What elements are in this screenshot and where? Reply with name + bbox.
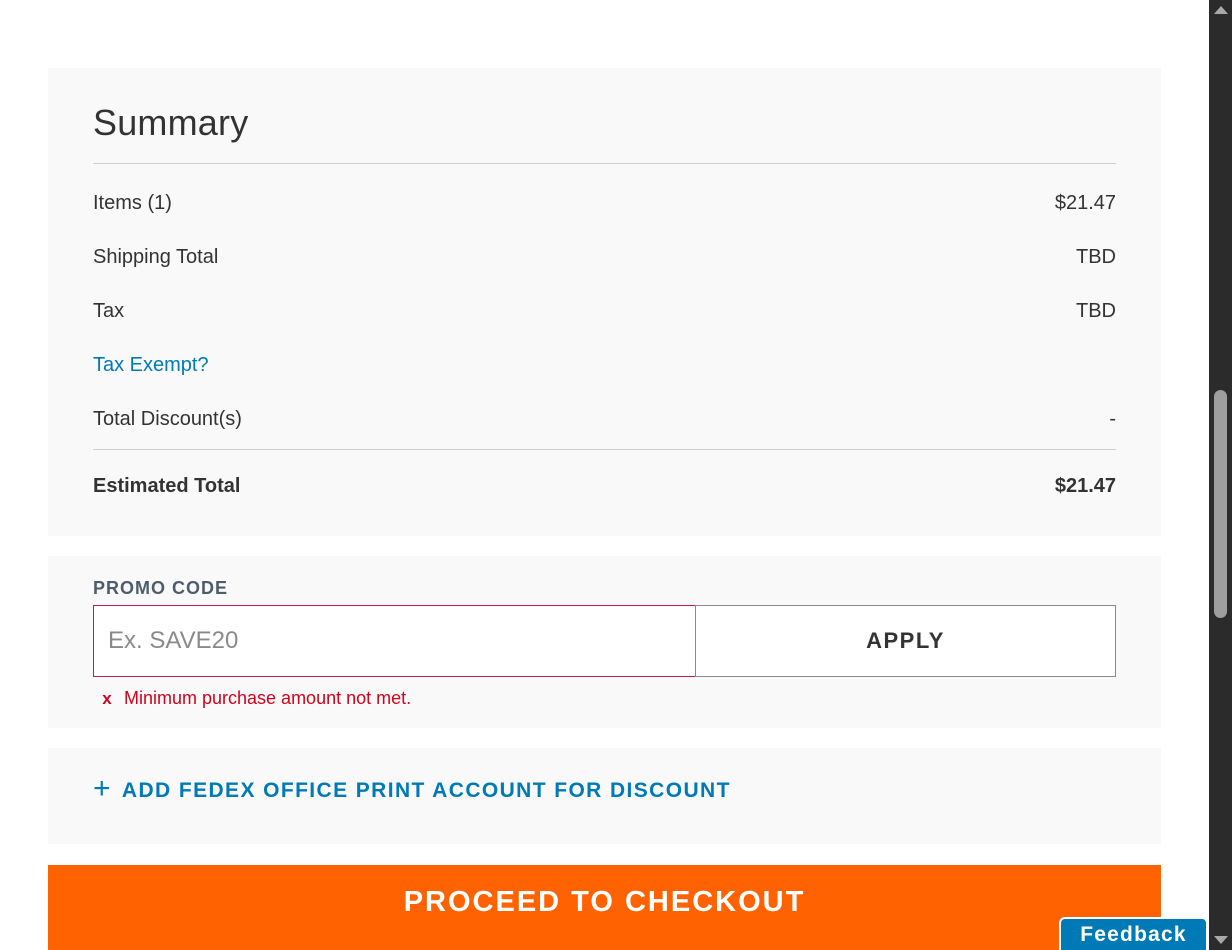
- apply-button[interactable]: APPLY: [695, 605, 1116, 677]
- page: Summary Items (1) $21.47 Shipping Total …: [0, 0, 1232, 950]
- tax-label: Tax: [93, 299, 125, 322]
- summary-row-estimated-total: Estimated Total $21.47: [93, 472, 1116, 500]
- tax-value: TBD: [1076, 299, 1116, 322]
- print-account-card: + ADD FEDEX OFFICE PRINT ACCOUNT FOR DIS…: [48, 748, 1161, 844]
- summary-row-tax: Tax TBD: [93, 297, 1116, 325]
- plus-icon: +: [93, 772, 112, 805]
- summary-divider: [93, 163, 1116, 164]
- x-icon: x: [102, 688, 112, 708]
- discount-label: Total Discount(s): [93, 407, 242, 430]
- discount-value: -: [1109, 407, 1116, 430]
- feedback-button[interactable]: Feedback: [1059, 917, 1208, 950]
- shipping-label: Shipping Total: [93, 245, 219, 268]
- summary-row-shipping: Shipping Total TBD: [93, 243, 1116, 271]
- promo-code-card: PROMO CODE APPLY x Minimum purchase amou…: [48, 556, 1161, 728]
- summary-row-items: Items (1) $21.47: [93, 189, 1116, 217]
- estimated-total-label: Estimated Total: [93, 474, 241, 497]
- vertical-scrollbar[interactable]: [1209, 0, 1232, 950]
- shipping-value: TBD: [1076, 245, 1116, 268]
- promo-error-text: Minimum purchase amount not met.: [124, 688, 412, 708]
- order-summary-card: Summary Items (1) $21.47 Shipping Total …: [48, 68, 1161, 536]
- scroll-down-arrow-icon[interactable]: [1214, 936, 1228, 944]
- promo-error-message: x Minimum purchase amount not met.: [100, 688, 411, 709]
- summary-row-discount: Total Discount(s) -: [93, 405, 1116, 433]
- promo-code-input[interactable]: [93, 605, 696, 677]
- summary-title: Summary: [93, 102, 249, 143]
- summary-row-tax-exempt: Tax Exempt?: [93, 351, 1116, 379]
- items-label: Items (1): [93, 191, 172, 214]
- items-value: $21.47: [1054, 191, 1116, 214]
- estimated-total-value: $21.47: [1054, 474, 1116, 497]
- proceed-to-checkout-button[interactable]: PROCEED TO CHECKOUT: [48, 865, 1161, 950]
- scrollbar-thumb[interactable]: [1214, 390, 1227, 618]
- scroll-up-arrow-icon[interactable]: [1214, 6, 1228, 14]
- add-print-account-text: ADD FEDEX OFFICE PRINT ACCOUNT FOR DISCO…: [121, 779, 731, 802]
- promo-code-label: PROMO CODE: [93, 578, 229, 598]
- tax-exempt-link[interactable]: Tax Exempt?: [93, 354, 209, 377]
- summary-divider: [93, 449, 1116, 450]
- add-print-account-link[interactable]: + ADD FEDEX OFFICE PRINT ACCOUNT FOR DIS…: [93, 774, 731, 804]
